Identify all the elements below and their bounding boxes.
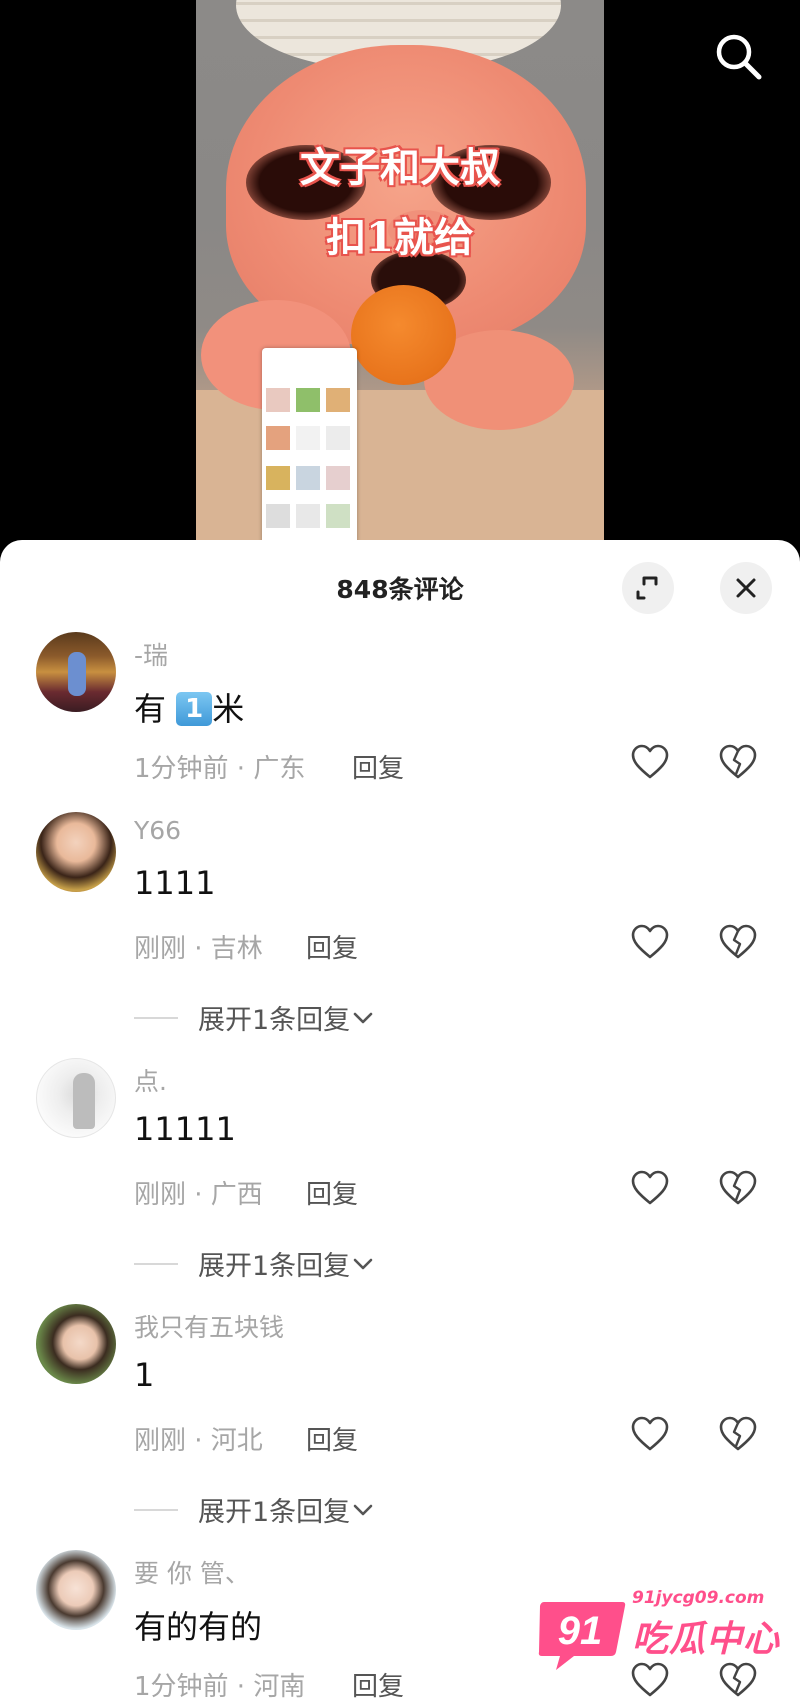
comment-time-location: 刚刚 · 河北: [134, 1426, 263, 1456]
comment-text: 有的有的: [134, 1608, 263, 1646]
expand-divider: [134, 1508, 178, 1511]
search-icon[interactable]: [712, 30, 764, 82]
reply-button[interactable]: 回复: [306, 1174, 358, 1211]
comment-item: -瑞 有 1米 1分钟前 · 广东 回复: [0, 632, 800, 822]
comment-item: 我只有五块钱 1 刚刚 · 河北 回复 展开1条回复: [0, 1304, 800, 1528]
video-frame: 文子和大叔 扣1就给: [196, 0, 604, 545]
comment-time-location: 刚刚 · 广西: [134, 1180, 263, 1210]
comment-text: 1111: [134, 864, 216, 902]
chevron-down-icon: [353, 1504, 373, 1515]
broken-heart-icon[interactable]: [719, 744, 757, 782]
comment-text: 有 1米: [134, 684, 244, 730]
thumb-image: [266, 504, 290, 528]
avatar-figure: [68, 652, 86, 696]
expand-replies-button[interactable]: 展开1条回复: [134, 1490, 376, 1529]
expand-replies-label: 展开1条回复: [198, 1251, 351, 1282]
close-button[interactable]: [720, 562, 772, 614]
thumb-image: [296, 426, 320, 450]
heart-icon[interactable]: [631, 924, 669, 962]
broken-heart-icon[interactable]: [719, 1416, 757, 1454]
reply-button[interactable]: 回复: [306, 928, 358, 965]
avatar[interactable]: [36, 1304, 116, 1384]
heart-icon[interactable]: [631, 1170, 669, 1208]
expand-divider: [134, 1016, 178, 1019]
chevron-down-icon: [353, 1258, 373, 1269]
comment-time-location: 刚刚 · 吉林: [134, 934, 263, 964]
avatar[interactable]: [36, 1550, 116, 1630]
avatar-figure: [73, 1073, 95, 1129]
heart-icon[interactable]: [631, 744, 669, 782]
watermark-number: 91: [558, 1609, 603, 1653]
comment-time-location: 1分钟前 · 河南: [134, 1672, 306, 1700]
avatar[interactable]: [36, 632, 116, 712]
watermark-title: 吃瓜中心: [632, 1619, 781, 1660]
close-icon: [736, 578, 756, 598]
comment-item: 点. 11111 刚刚 · 广西 回复 展开1条回复: [0, 1058, 800, 1282]
expand-icon: [636, 576, 658, 600]
video-caption-line2: 扣1就给: [326, 214, 474, 261]
thumb-image: [326, 426, 350, 450]
thumb-image: [296, 388, 320, 412]
reply-button[interactable]: 回复: [306, 1420, 358, 1457]
watermark-url: 91jycg09.com: [632, 1588, 765, 1608]
chevron-down-icon: [353, 1012, 373, 1023]
expand-replies-button[interactable]: 展开1条回复: [134, 1244, 376, 1283]
video-caption-line1: 文子和大叔: [300, 144, 500, 191]
orange-ball: [351, 285, 456, 385]
comment-text: 11111: [134, 1110, 236, 1148]
broken-heart-icon[interactable]: [719, 924, 757, 962]
video-player[interactable]: 文子和大叔 扣1就给: [0, 0, 800, 560]
reply-button[interactable]: 回复: [352, 748, 404, 785]
comment-username[interactable]: Y66: [134, 816, 181, 845]
comment-text: 1: [134, 1356, 155, 1394]
thumb-image: [326, 466, 350, 490]
avatar[interactable]: [36, 1058, 116, 1138]
expand-replies-button[interactable]: 展开1条回复: [134, 998, 376, 1037]
comment-text-suffix: 米: [212, 690, 245, 728]
broken-heart-icon[interactable]: [719, 1662, 757, 1700]
expand-replies-label: 展开1条回复: [198, 1005, 351, 1036]
thumb-image: [266, 388, 290, 412]
comment-time-location: 1分钟前 · 广东: [134, 754, 306, 784]
comment-text-prefix: 有: [134, 690, 177, 728]
broken-heart-icon[interactable]: [719, 1170, 757, 1208]
comment-username[interactable]: 点.: [134, 1062, 167, 1098]
reply-button[interactable]: 回复: [352, 1666, 404, 1700]
watermark-logo: 91: [538, 1602, 626, 1670]
thumb-image: [326, 504, 350, 528]
expand-divider: [134, 1262, 178, 1265]
thumb-image: [296, 504, 320, 528]
phone-screenshot-thumbnail: [262, 348, 357, 545]
thumb-image: [326, 388, 350, 412]
avatar[interactable]: [36, 812, 116, 892]
comment-username[interactable]: -瑞: [134, 636, 168, 672]
expand-replies-label: 展开1条回复: [198, 1497, 351, 1528]
comments-count-title: 848条评论: [336, 575, 464, 604]
keycap-1-emoji: 1: [176, 692, 213, 726]
thumb-image: [266, 466, 290, 490]
thumb-image: [266, 426, 290, 450]
heart-icon[interactable]: [631, 1416, 669, 1454]
comment-username[interactable]: 要 你 管、: [134, 1554, 250, 1590]
comments-sheet: 848条评论 -瑞 有 1米 1分钟前 · 广东 回复 Y66 1111 刚刚 …: [0, 540, 800, 1700]
heart-icon[interactable]: [631, 1662, 669, 1700]
comment-item: Y66 1111 刚刚 · 吉林 回复 展开1条回复: [0, 812, 800, 1036]
expand-panel-button[interactable]: [622, 562, 674, 614]
comment-username[interactable]: 我只有五块钱: [134, 1308, 284, 1344]
thumb-image: [296, 466, 320, 490]
